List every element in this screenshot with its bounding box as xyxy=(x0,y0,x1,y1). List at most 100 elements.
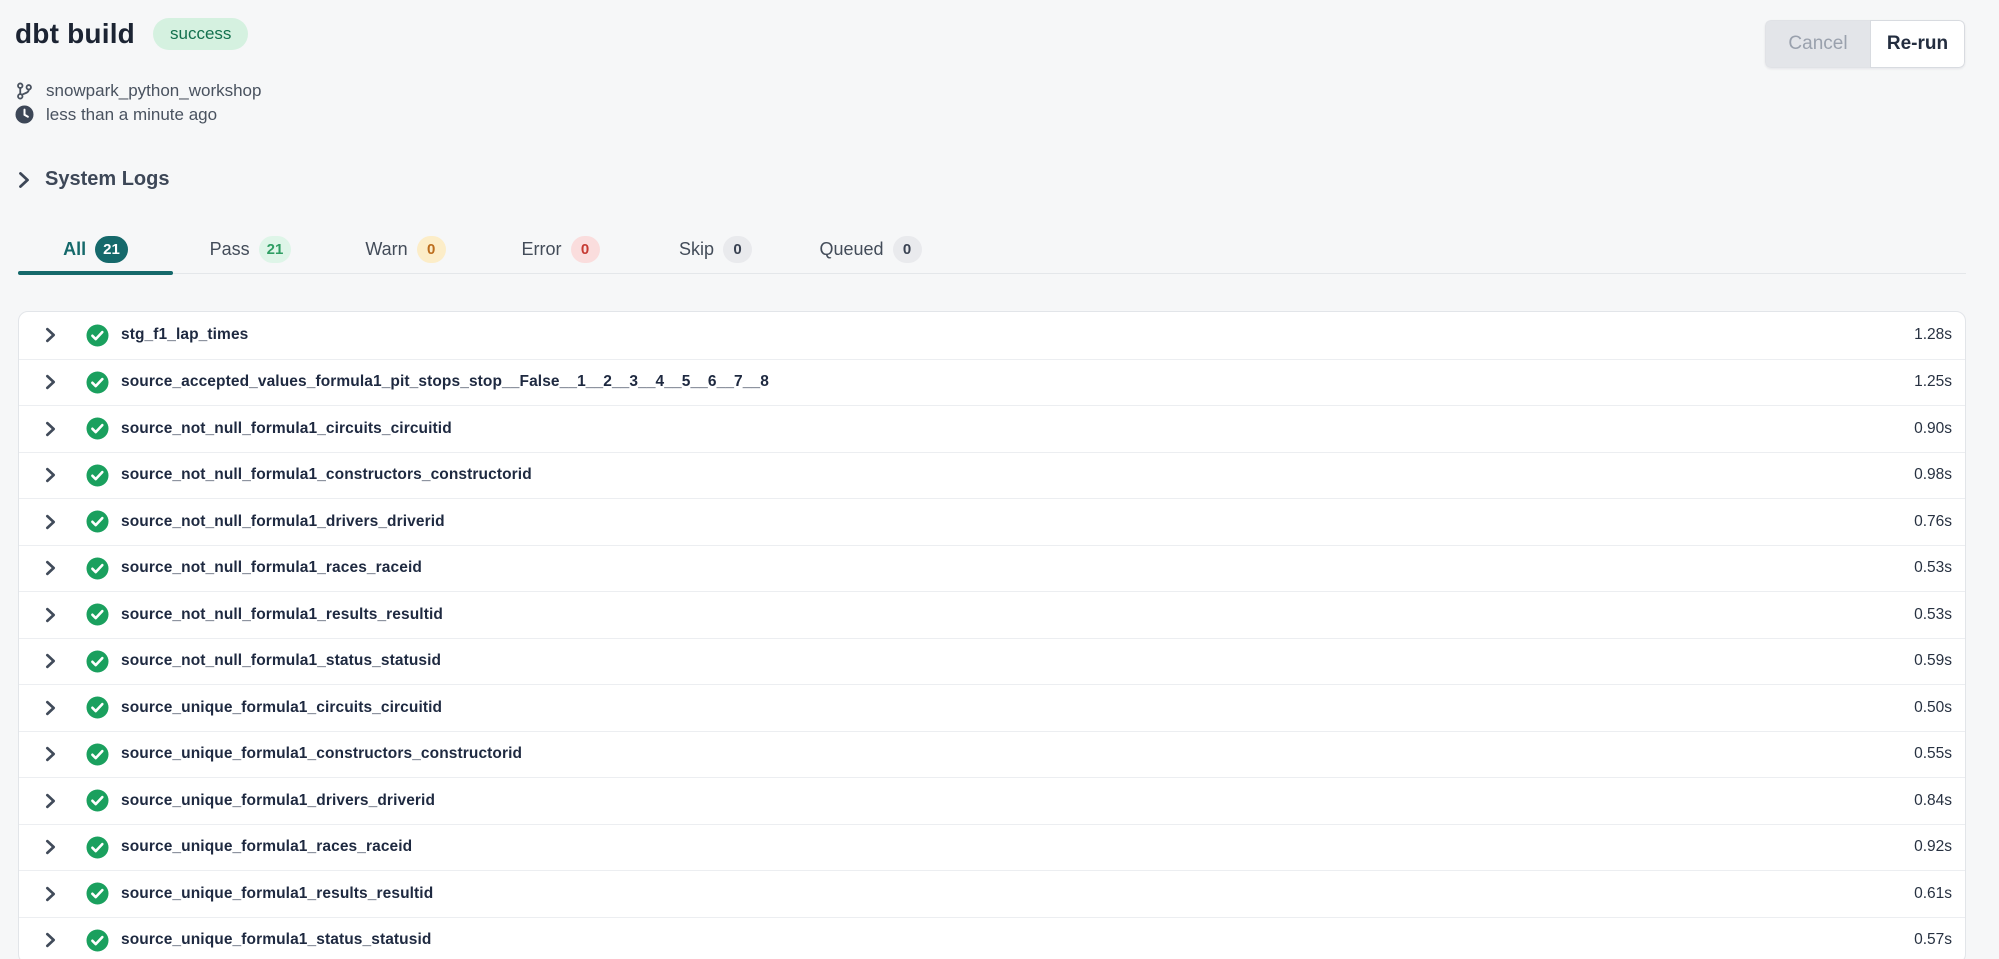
table-row[interactable]: source_unique_formula1_constructors_cons… xyxy=(19,731,1965,778)
tab-all[interactable]: All 21 xyxy=(18,225,173,273)
row-expand-button[interactable] xyxy=(41,420,59,438)
table-row[interactable]: stg_f1_lap_times 1.28s xyxy=(19,312,1965,359)
check-circle-icon xyxy=(86,603,109,626)
tab-skip[interactable]: Skip 0 xyxy=(638,225,793,273)
table-row[interactable]: source_not_null_formula1_races_raceid 0.… xyxy=(19,545,1965,592)
node-name: source_not_null_formula1_status_statusid xyxy=(121,652,1914,670)
tab-warn[interactable]: Warn 0 xyxy=(328,225,483,273)
tab-label: Queued xyxy=(819,239,883,260)
tab-queued[interactable]: Queued 0 xyxy=(793,225,948,273)
table-row[interactable]: source_not_null_formula1_constructors_co… xyxy=(19,452,1965,499)
tab-count-badge: 0 xyxy=(417,236,446,263)
result-filter-tabs: All 21 Pass 21 Warn 0 Error 0 Skip 0 Que… xyxy=(18,225,1966,274)
git-branch-icon xyxy=(15,81,34,101)
node-duration: 0.98s xyxy=(1914,466,1952,484)
run-time-ago: less than a minute ago xyxy=(46,105,217,125)
row-expand-button[interactable] xyxy=(41,838,59,856)
check-circle-icon xyxy=(86,789,109,812)
tab-count-badge: 21 xyxy=(95,236,128,263)
tab-label: Warn xyxy=(365,239,407,260)
table-row[interactable]: source_not_null_formula1_status_statusid… xyxy=(19,638,1965,685)
table-row[interactable]: source_not_null_formula1_drivers_driveri… xyxy=(19,498,1965,545)
node-duration: 0.84s xyxy=(1914,792,1952,810)
tab-count-badge: 0 xyxy=(723,236,752,263)
node-name: source_unique_formula1_status_statusid xyxy=(121,931,1914,949)
check-circle-icon xyxy=(86,371,109,394)
table-row[interactable]: source_accepted_values_formula1_pit_stop… xyxy=(19,359,1965,406)
node-name: source_unique_formula1_results_resultid xyxy=(121,885,1914,903)
system-logs-label: System Logs xyxy=(45,168,169,191)
check-circle-icon xyxy=(86,882,109,905)
table-row[interactable]: source_not_null_formula1_results_resulti… xyxy=(19,591,1965,638)
row-expand-button[interactable] xyxy=(41,326,59,344)
row-expand-button[interactable] xyxy=(41,652,59,670)
tab-label: All xyxy=(63,239,86,260)
node-duration: 0.55s xyxy=(1914,745,1952,763)
node-name: source_not_null_formula1_circuits_circui… xyxy=(121,420,1914,438)
node-name: source_unique_formula1_constructors_cons… xyxy=(121,745,1914,763)
branch-row: snowpark_python_workshop xyxy=(15,79,1965,102)
node-duration: 0.59s xyxy=(1914,652,1952,670)
row-expand-button[interactable] xyxy=(41,792,59,810)
row-expand-button[interactable] xyxy=(41,373,59,391)
row-expand-button[interactable] xyxy=(41,699,59,717)
check-circle-icon xyxy=(86,417,109,440)
time-row: less than a minute ago xyxy=(15,103,1965,126)
node-name: source_not_null_formula1_races_raceid xyxy=(121,559,1914,577)
node-duration: 0.57s xyxy=(1914,931,1952,949)
check-circle-icon xyxy=(86,929,109,952)
tab-count-badge: 21 xyxy=(259,236,292,263)
table-row[interactable]: source_unique_formula1_results_resultid … xyxy=(19,870,1965,917)
node-duration: 0.53s xyxy=(1914,559,1952,577)
node-name: source_not_null_formula1_constructors_co… xyxy=(121,466,1914,484)
tab-count-badge: 0 xyxy=(571,236,600,263)
node-name: source_unique_formula1_circuits_circuiti… xyxy=(121,699,1914,717)
check-circle-icon xyxy=(86,510,109,533)
node-duration: 0.53s xyxy=(1914,606,1952,624)
tab-label: Skip xyxy=(679,239,714,260)
system-logs-toggle[interactable]: System Logs xyxy=(17,168,1999,191)
tab-label: Error xyxy=(522,239,562,260)
row-expand-button[interactable] xyxy=(41,466,59,484)
node-name: source_unique_formula1_races_raceid xyxy=(121,838,1914,856)
row-expand-button[interactable] xyxy=(41,931,59,949)
table-row[interactable]: source_unique_formula1_status_statusid 0… xyxy=(19,917,1965,959)
tab-error[interactable]: Error 0 xyxy=(483,225,638,273)
node-duration: 0.76s xyxy=(1914,513,1952,531)
tab-pass[interactable]: Pass 21 xyxy=(173,225,328,273)
check-circle-icon xyxy=(86,696,109,719)
run-detail-page: dbt build success Cancel Re-run xyxy=(0,0,1999,959)
rerun-button[interactable]: Re-run xyxy=(1870,20,1965,68)
check-circle-icon xyxy=(86,557,109,580)
node-name: source_not_null_formula1_drivers_driveri… xyxy=(121,513,1914,531)
table-row[interactable]: source_unique_formula1_drivers_driverid … xyxy=(19,777,1965,824)
node-duration: 0.90s xyxy=(1914,420,1952,438)
node-duration: 1.28s xyxy=(1914,326,1952,344)
run-actions: Cancel Re-run xyxy=(1765,20,1965,68)
table-row[interactable]: source_unique_formula1_circuits_circuiti… xyxy=(19,684,1965,731)
check-circle-icon xyxy=(86,836,109,859)
table-row[interactable]: source_unique_formula1_races_raceid 0.92… xyxy=(19,824,1965,871)
row-expand-button[interactable] xyxy=(41,745,59,763)
node-name: source_accepted_values_formula1_pit_stop… xyxy=(121,373,1914,391)
check-circle-icon xyxy=(86,464,109,487)
results-list: stg_f1_lap_times 1.28s source_accepted_v… xyxy=(18,311,1966,959)
run-header: dbt build success Cancel Re-run xyxy=(0,0,1999,126)
status-badge: success xyxy=(153,18,248,50)
row-expand-button[interactable] xyxy=(41,513,59,531)
node-duration: 0.92s xyxy=(1914,838,1952,856)
tab-label: Pass xyxy=(210,239,250,260)
cancel-button[interactable]: Cancel xyxy=(1765,20,1870,68)
clock-icon xyxy=(15,105,34,124)
check-circle-icon xyxy=(86,743,109,766)
row-expand-button[interactable] xyxy=(41,606,59,624)
node-duration: 0.50s xyxy=(1914,699,1952,717)
row-expand-button[interactable] xyxy=(41,885,59,903)
tab-count-badge: 0 xyxy=(893,236,922,263)
branch-name: snowpark_python_workshop xyxy=(46,81,261,101)
check-circle-icon xyxy=(86,650,109,673)
page-title: dbt build xyxy=(15,18,135,50)
row-expand-button[interactable] xyxy=(41,559,59,577)
node-duration: 0.61s xyxy=(1914,885,1952,903)
table-row[interactable]: source_not_null_formula1_circuits_circui… xyxy=(19,405,1965,452)
